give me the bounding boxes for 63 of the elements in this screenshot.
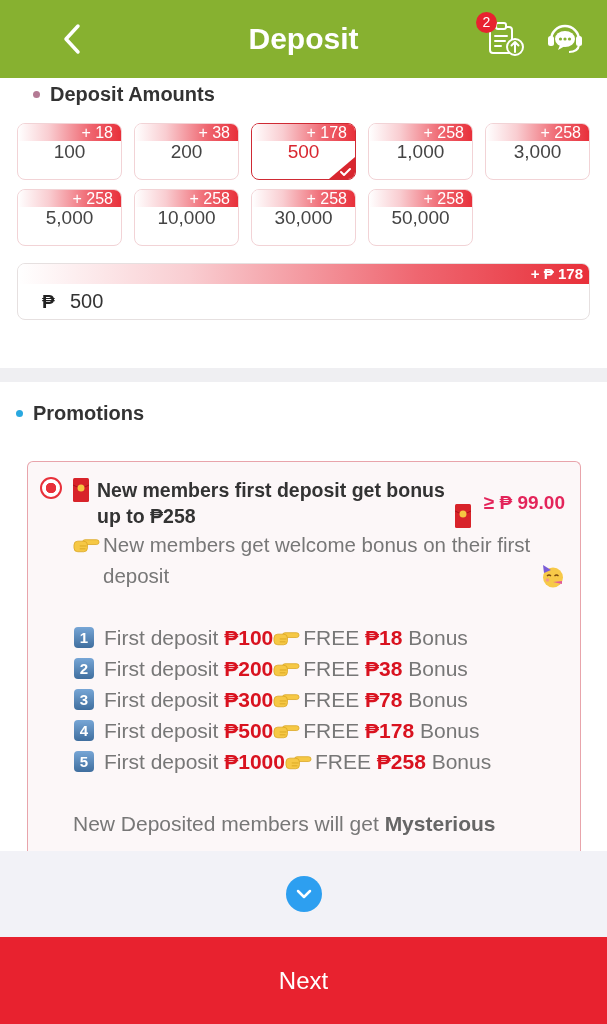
step-text: FREE ₱38 Bonus: [303, 656, 468, 681]
amount-option[interactable]: + 18 100: [17, 123, 122, 180]
step-text: FREE ₱178 Bonus: [303, 718, 480, 743]
promotion-note: New Deposited members will get Mysterious: [73, 811, 497, 837]
bonus-tag: + 258: [18, 190, 121, 207]
envelope-icon: [455, 504, 471, 528]
step-text: First deposit ₱100: [104, 625, 274, 650]
pointing-hand-icon: [284, 753, 312, 770]
envelope-icon: [73, 478, 89, 502]
minimum-amount: ≥ ₱ 99.00: [483, 492, 565, 514]
amount-option[interactable]: + 258 50,000: [368, 189, 473, 246]
bonus-banner: + ₱ 178: [18, 264, 589, 284]
amount-option[interactable]: + 258 30,000: [251, 189, 356, 246]
pointing-hand-icon: [273, 722, 301, 739]
bonus-tag: + 258: [486, 124, 589, 141]
amount-option[interactable]: + 258 3,000: [485, 123, 590, 180]
step-text: First deposit ₱300: [104, 687, 274, 712]
pointing-hand-icon: [273, 691, 301, 708]
pointing-hand-icon: [273, 629, 301, 646]
page-title: Deposit: [248, 21, 359, 57]
step-text: FREE ₱78 Bonus: [303, 687, 468, 712]
bonus-tag: + 18: [18, 124, 121, 141]
step-number: 2: [74, 658, 94, 679]
bullet-icon: [16, 409, 23, 417]
back-icon[interactable]: [62, 23, 82, 55]
promotion-title: New members first deposit get bonus up to ₱258: [97, 478, 446, 529]
amount-option[interactable]: + 38 200: [134, 123, 239, 180]
chevron-down-icon: [295, 889, 312, 899]
section-title: Promotions: [33, 401, 145, 425]
bonus-tag: + 178: [252, 124, 355, 141]
step-number: 1: [74, 627, 94, 648]
bonus-tag: + 258: [135, 190, 238, 207]
next-button[interactable]: Next: [0, 937, 607, 1024]
step-text: First deposit ₱200: [104, 656, 274, 681]
amount-option[interactable]: + 258 1,000: [368, 123, 473, 180]
step-number: 3: [74, 689, 94, 710]
currency-symbol: ₱: [42, 290, 56, 313]
bonus-tag: + 38: [135, 124, 238, 141]
radio-button[interactable]: [40, 477, 62, 499]
step-text: FREE ₱18 Bonus: [303, 625, 468, 650]
bullet-icon: [33, 90, 40, 98]
step-text: First deposit ₱1000: [104, 749, 285, 774]
pointing-hand-icon: [273, 660, 301, 677]
pointing-hand-icon: [73, 537, 100, 553]
step-text: FREE ₱258 Bonus: [314, 749, 492, 774]
step-text: First deposit ₱500: [104, 718, 274, 743]
amount-option[interactable]: + 258 5,000: [17, 189, 122, 246]
amount-option[interactable]: + 178 500: [251, 123, 356, 180]
headset-chat-icon[interactable]: [547, 23, 583, 55]
step-number: 4: [74, 720, 94, 741]
amount-option[interactable]: + 258 10,000: [134, 189, 239, 246]
bonus-tag: + 258: [252, 190, 355, 207]
amount-input[interactable]: 500: [70, 284, 589, 319]
party-face-icon: [541, 564, 565, 588]
bonus-tag: + 258: [369, 190, 472, 207]
section-title: Deposit Amounts: [50, 82, 215, 106]
scroll-down-button[interactable]: [285, 876, 322, 912]
promotion-description: New members get welcome bonus on their first deposit: [103, 532, 532, 589]
bonus-tag: + 258: [369, 124, 472, 141]
notification-badge: 2: [476, 12, 497, 33]
check-icon: [329, 157, 355, 179]
promotion-card[interactable]: [27, 461, 581, 851]
step-number: 5: [74, 751, 94, 772]
